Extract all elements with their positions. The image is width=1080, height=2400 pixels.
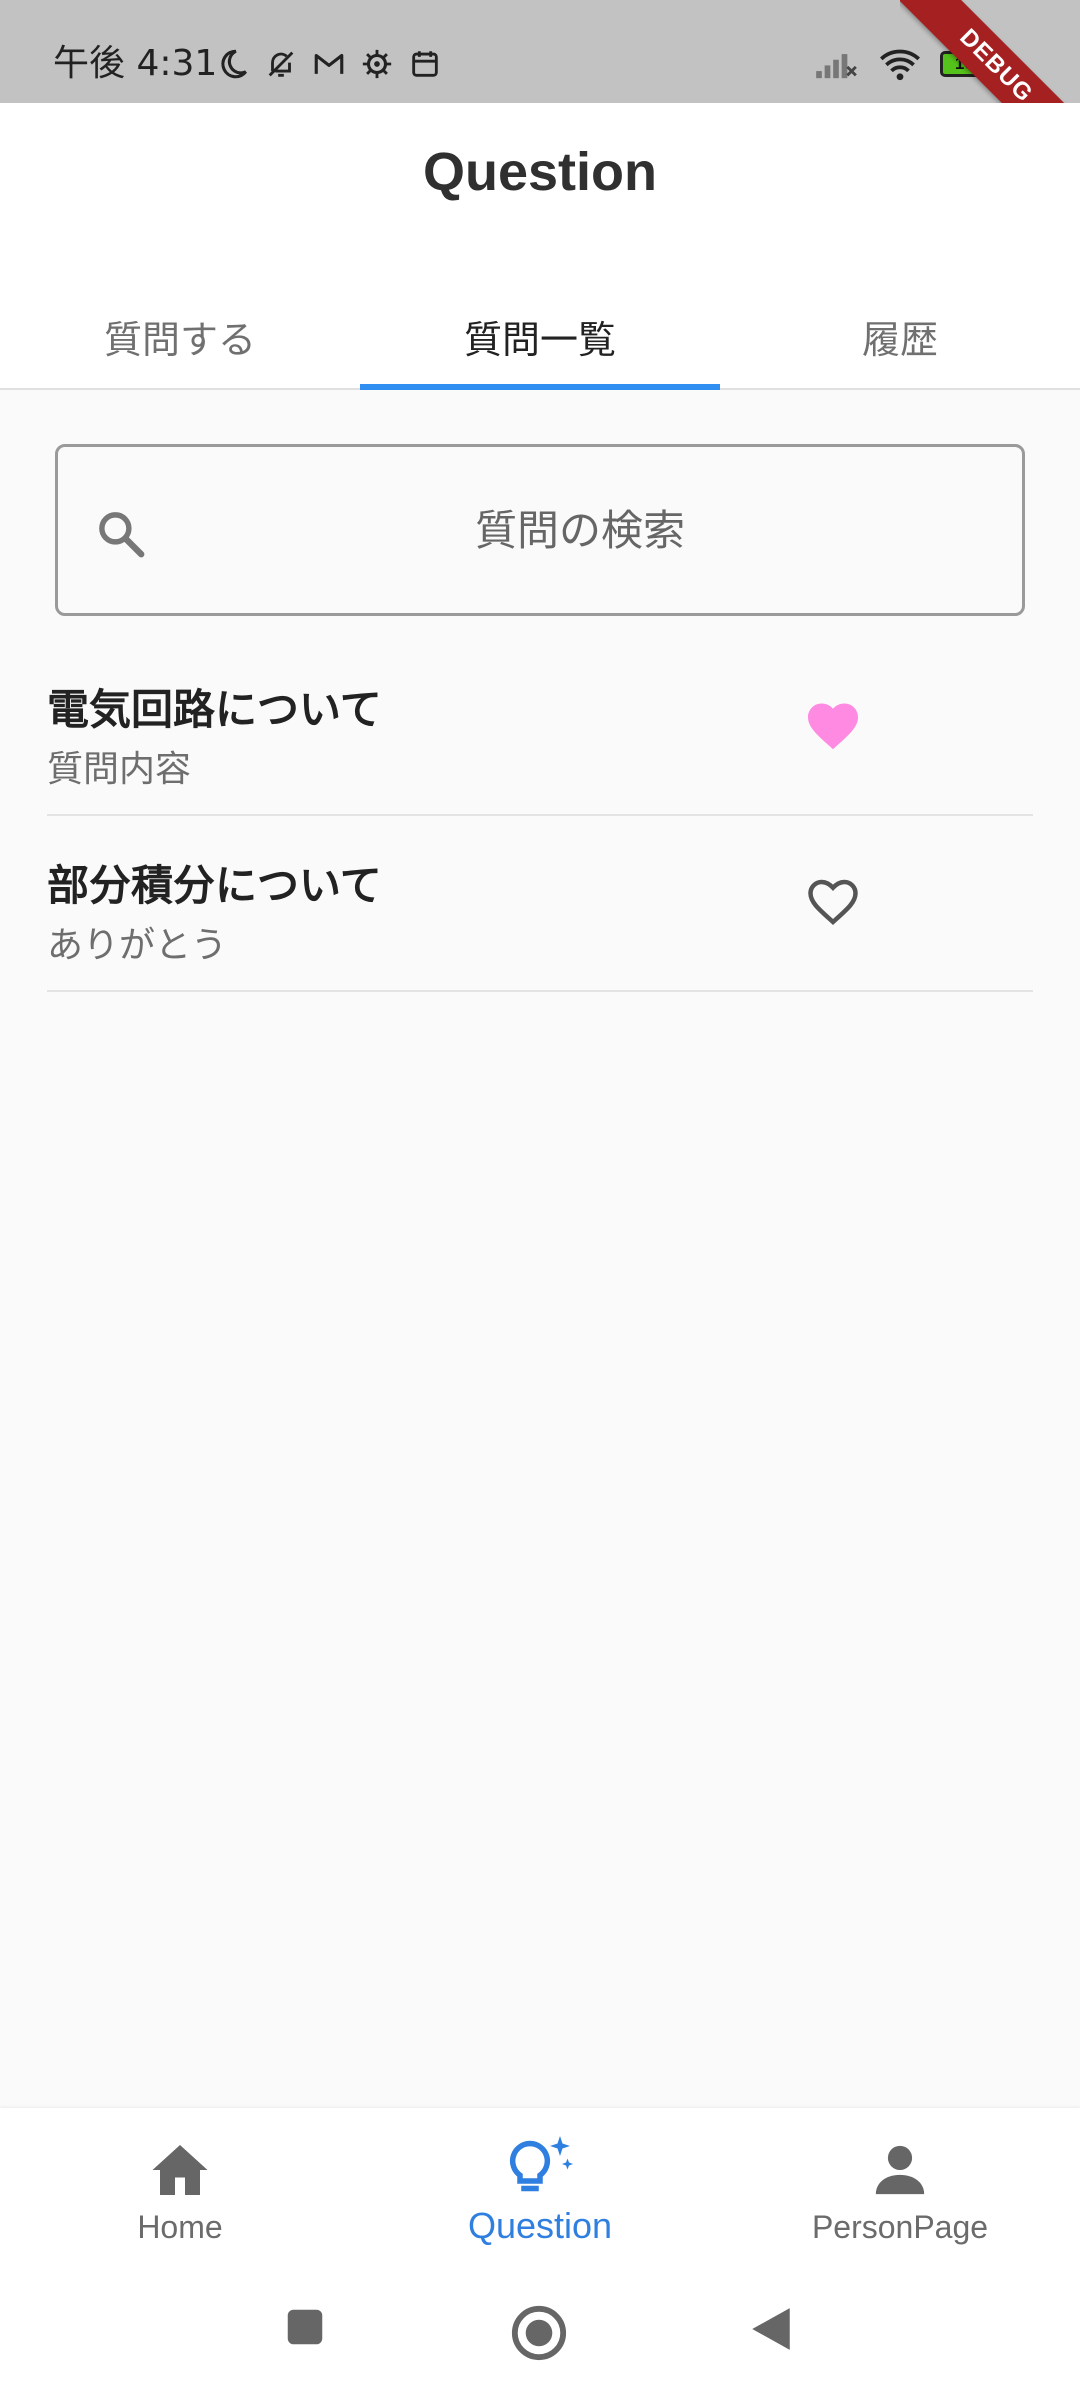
search-input[interactable]	[58, 447, 1022, 613]
heart-filled-icon[interactable]	[803, 696, 863, 756]
bottom-navigation: Home Question PersonPage	[0, 2108, 1080, 2278]
status-bar: 午後 4:31 100	[0, 0, 1080, 103]
nav-question[interactable]: Question	[360, 2108, 720, 2278]
wifi-icon	[878, 47, 922, 81]
battery-level: 100	[954, 54, 984, 73]
status-time: 午後 4:31	[53, 43, 218, 84]
person-icon	[871, 2133, 929, 2199]
calendar-icon	[408, 47, 442, 81]
question-list: 電気回路について 質問内容 部分積分について ありがとう	[47, 640, 1033, 992]
search-box[interactable]	[55, 444, 1025, 616]
home-icon	[150, 2133, 210, 2199]
home-circle-icon[interactable]	[510, 2304, 568, 2362]
signal-off-icon	[812, 47, 860, 81]
tab-question-list[interactable]: 質問一覧	[360, 283, 720, 390]
bell-off-icon	[264, 47, 298, 81]
screen: 午後 4:31 100 DEBUG Question 質問する 質問一覧 履歴 …	[0, 0, 1080, 2400]
question-title: 電気回路について	[47, 685, 382, 734]
app-bar: Question 質問する 質問一覧 履歴	[0, 103, 1080, 390]
nav-question-label: Question	[467, 2205, 613, 2246]
mail-icon	[312, 47, 346, 81]
question-subtitle: 質問内容	[47, 749, 192, 790]
nav-home-label: Home	[137, 2209, 223, 2245]
back-icon[interactable]	[748, 2304, 794, 2354]
status-right-icons: 100	[812, 44, 1003, 84]
question-subtitle: ありがとう	[47, 925, 228, 966]
tab-bar: 質問する 質問一覧 履歴	[0, 283, 1080, 390]
lightbulb-icon	[505, 2133, 575, 2199]
nav-person[interactable]: PersonPage	[720, 2108, 1080, 2278]
system-navigation-bar	[0, 2278, 1080, 2400]
nav-home[interactable]: Home	[0, 2108, 360, 2278]
heart-outline-icon[interactable]	[803, 872, 863, 932]
question-title: 部分積分について	[47, 861, 382, 910]
page-title: Question	[422, 142, 657, 202]
recents-icon[interactable]	[282, 2304, 328, 2350]
battery-icon: 100	[940, 51, 1003, 77]
status-left-icons	[216, 44, 442, 84]
nav-person-label: PersonPage	[811, 2209, 989, 2245]
tab-history[interactable]: 履歴	[720, 283, 1080, 390]
tab-ask[interactable]: 質問する	[0, 283, 360, 390]
settings-icon	[360, 47, 394, 81]
list-item[interactable]: 電気回路について 質問内容	[47, 640, 1033, 816]
moon-icon	[216, 47, 250, 81]
list-item[interactable]: 部分積分について ありがとう	[47, 816, 1033, 992]
